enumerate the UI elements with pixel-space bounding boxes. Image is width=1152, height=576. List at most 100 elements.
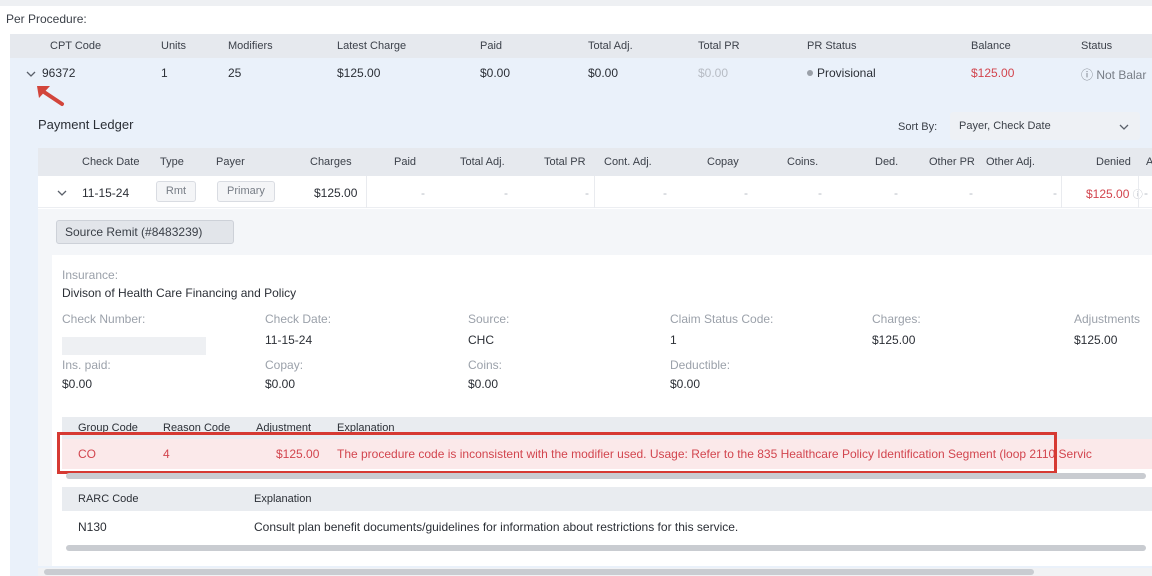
col-units: Units (161, 40, 187, 52)
check-date: 11-15-24 (82, 186, 130, 200)
col-cpt-code: CPT Code (50, 40, 102, 52)
red-arrow-annotation-icon (37, 86, 64, 106)
units: 1 (161, 66, 168, 80)
charges-value: $125.00 (872, 333, 916, 347)
remit-info-card: Insurance: Divison of Health Care Financ… (52, 255, 1152, 566)
chevron-down-icon[interactable] (56, 187, 68, 199)
check-date-label: Check Date: (265, 312, 332, 326)
coins: - (818, 186, 822, 200)
claim-status-value: 1 (670, 333, 677, 347)
adjustments-value: $125.00 (1074, 333, 1118, 347)
ins-paid-value: $0.00 (62, 377, 93, 391)
coins-label: Coins: (468, 358, 503, 372)
ledger-row[interactable]: 11-15-24 Rmt Primary $125.00 - - - - - -… (38, 176, 1152, 208)
rarc-table: RARC Code Explanation N130 Consult plan … (62, 487, 1152, 557)
payment-ledger-table: Check Date Type Payer Charges Paid Total… (38, 148, 1152, 566)
ledger-header: Check Date Type Payer Charges Paid Total… (38, 148, 1152, 176)
paid: $0.00 (480, 66, 511, 80)
column-divider (366, 176, 367, 208)
col-total-pr: Total PR (698, 40, 740, 52)
check-number-redacted (62, 337, 206, 355)
coins-value: $0.00 (468, 377, 499, 391)
horizontal-scrollbar[interactable] (66, 473, 1146, 479)
adjustment-table: Group Code Reason Code Adjustment Explan… (57, 417, 1152, 481)
charges-label: Charges: (872, 312, 921, 326)
col-check-date: Check Date (82, 156, 140, 168)
payer-badge: Primary (217, 181, 275, 202)
copay-label: Copay: (265, 358, 304, 372)
col-status: Status (1081, 40, 1113, 52)
procedure-row[interactable]: 96372 1 25 $125.00 $0.00 $0.00 $0.00 Pro… (10, 58, 1152, 88)
chevron-down-icon (1119, 124, 1129, 130)
column-divider (1061, 176, 1062, 208)
col-paid: Paid (480, 40, 503, 52)
col-type: Type (160, 156, 184, 168)
col-rarc-explanation: Explanation (254, 493, 312, 505)
column-divider (594, 176, 595, 208)
balance: $125.00 (971, 66, 1015, 80)
charges: $125.00 (314, 186, 358, 200)
col-ded: Ded. (875, 156, 899, 168)
col-extra: A (1146, 156, 1152, 168)
col-copay: Copay (707, 156, 739, 168)
latest-charge: $125.00 (337, 66, 381, 80)
col-paid: Paid (394, 156, 417, 168)
insurance-label: Insurance: (62, 268, 119, 282)
type-badge: Rmt (156, 181, 196, 202)
col-pr-status: PR Status (807, 40, 857, 52)
ledger-title: Payment Ledger (38, 117, 134, 132)
total-pr: $0.00 (698, 66, 729, 80)
col-modifiers: Modifiers (228, 40, 273, 52)
other-pr: - (969, 186, 973, 200)
col-other-pr: Other PR (929, 156, 975, 168)
source-label: Source: (468, 312, 510, 326)
ins-paid-label: Ins. paid: (62, 358, 111, 372)
total-pr: - (585, 186, 589, 200)
source-value: CHC (468, 333, 494, 347)
source-remit-tag[interactable]: Source Remit (#8483239) (56, 220, 234, 244)
modifiers: 25 (228, 66, 242, 80)
copay: - (744, 186, 748, 200)
highlight-annotation-box (57, 432, 1057, 474)
status-badge: ⓘ Not Balar (1081, 68, 1147, 82)
copay-value: $0.00 (265, 377, 296, 391)
sort-by-select[interactable]: Payer, Check Date (950, 112, 1140, 140)
adjustment-row[interactable]: CO 4 $125.00 The procedure code is incon… (57, 432, 1152, 474)
rarc-header: RARC Code Explanation (62, 487, 1152, 511)
check-number-label: Check Number: (62, 312, 146, 326)
deductible-label: Deductible: (670, 358, 731, 372)
sort-by-value: Payer, Check Date (959, 120, 1051, 132)
column-divider (1138, 176, 1139, 208)
section-title: Per Procedure: (6, 12, 87, 26)
insurance-value: Divison of Health Care Financing and Pol… (62, 286, 297, 300)
adjustments-label: Adjustments (1074, 312, 1141, 326)
deductible-value: $0.00 (670, 377, 701, 391)
top-bar (0, 0, 1152, 6)
rarc-code: N130 (78, 520, 107, 534)
ded: - (894, 186, 898, 200)
col-balance: Balance (971, 40, 1011, 52)
col-latest-charge: Latest Charge (337, 40, 407, 52)
rarc-row[interactable]: N130 Consult plan benefit documents/guid… (62, 511, 1152, 541)
col-rarc-code: RARC Code (78, 493, 139, 505)
cont-adj: - (663, 186, 667, 200)
page-horizontal-scrollbar[interactable] (44, 569, 1034, 575)
col-total-pr: Total PR (544, 156, 586, 168)
total-adj: $0.00 (588, 66, 619, 80)
col-total-adj: Total Adj. (588, 40, 633, 52)
col-coins: Coins. (787, 156, 819, 168)
procedure-table-header: CPT Code Units Modifiers Latest Charge P… (10, 34, 1152, 58)
col-other-adj: Other Adj. (986, 156, 1035, 168)
col-denied: Denied (1096, 156, 1131, 168)
pr-status-text: Provisional (817, 66, 876, 80)
status-dot-icon (807, 69, 813, 76)
col-total-adj: Total Adj. (460, 156, 505, 168)
rarc-explanation: Consult plan benefit documents/guideline… (254, 520, 739, 534)
col-cont-adj: Cont. Adj. (604, 156, 652, 168)
extra-col: - (1144, 186, 1148, 200)
sort-by-label: Sort By: (898, 121, 938, 133)
horizontal-scrollbar[interactable] (66, 545, 1146, 551)
denied-value: $125.00 (1086, 187, 1130, 201)
paid: - (421, 186, 425, 200)
pr-status: Provisional (807, 66, 876, 80)
